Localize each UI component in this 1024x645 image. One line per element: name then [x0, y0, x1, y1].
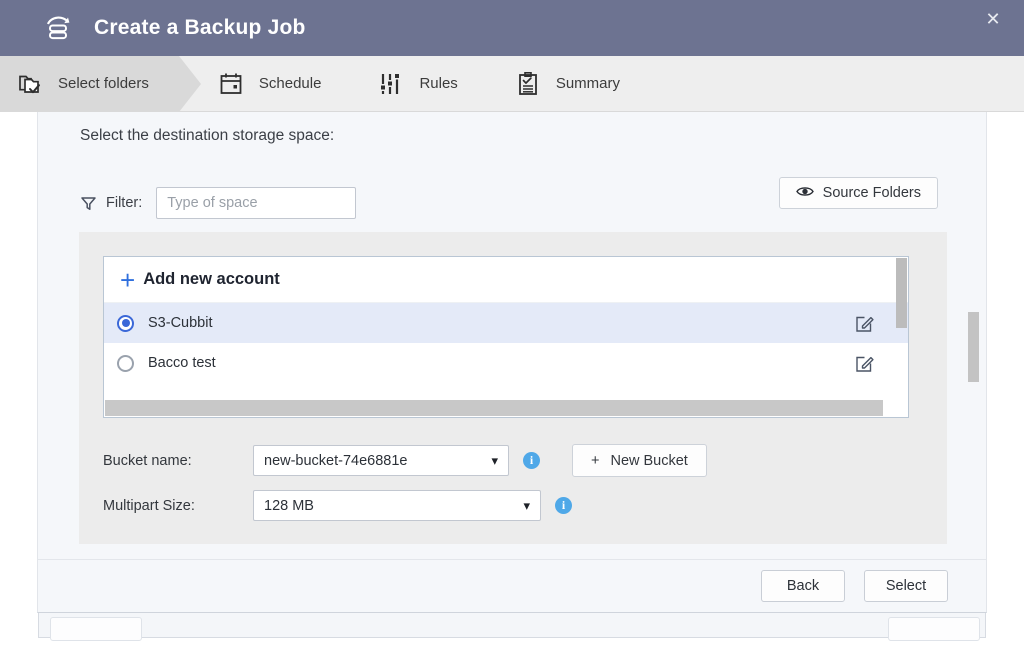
eye-icon: [795, 185, 814, 202]
tab-summary[interactable]: Summary: [498, 56, 638, 112]
new-bucket-button[interactable]: + New Bucket: [572, 444, 707, 477]
dialog-footer: Back Select: [37, 559, 987, 613]
backup-server-icon: [40, 10, 76, 46]
screen: Create a Backup Job ✕ Select folders Sch…: [0, 0, 1024, 645]
section-title: Select the destination storage space:: [80, 127, 335, 144]
multipart-info-icon[interactable]: i: [555, 497, 572, 514]
source-folders-label: Source Folders: [822, 185, 921, 201]
account-listbox: + Add new account S3-Cubbit Bacco test: [103, 256, 909, 418]
multipart-size-select[interactable]: 128 MB ▾: [253, 490, 541, 521]
tab-rules[interactable]: Rules: [361, 56, 475, 112]
list-item[interactable]: S3-Cubbit: [104, 303, 908, 343]
account-name: Bacco test: [148, 355, 216, 371]
folder-check-icon: [16, 70, 44, 98]
tab-label: Rules: [419, 75, 458, 92]
bucket-name-value: new-bucket-74e6881e: [264, 452, 408, 469]
filter-label: Filter:: [106, 195, 143, 211]
bucket-name-row: Bucket name: new-bucket-74e6881e ▾ i + N…: [103, 444, 707, 477]
add-new-account-label: Add new account: [143, 270, 280, 288]
list-horizontal-scrollbar-track[interactable]: [105, 400, 907, 416]
tab-label: Summary: [555, 75, 620, 92]
multipart-size-row: Multipart Size: 128 MB ▾ i: [103, 490, 572, 521]
list-vertical-scrollbar[interactable]: [896, 258, 907, 328]
bucket-name-select[interactable]: new-bucket-74e6881e ▾: [253, 445, 509, 476]
multipart-size-label: Multipart Size:: [103, 497, 195, 514]
sliders-icon: [377, 70, 405, 98]
select-button[interactable]: Select: [864, 570, 948, 602]
list-item[interactable]: Bacco test: [104, 343, 908, 383]
tab-schedule[interactable]: Schedule: [201, 56, 340, 112]
back-button[interactable]: Back: [761, 570, 845, 602]
plus-icon: +: [591, 452, 600, 469]
plus-icon: +: [120, 264, 136, 295]
list-horizontal-scrollbar-thumb[interactable]: [105, 400, 883, 416]
background-window-button-left: [50, 617, 142, 641]
clipboard-check-icon: [514, 70, 542, 98]
tab-label: Select folders: [58, 75, 149, 92]
chevron-down-icon: ▾: [523, 497, 530, 513]
tab-label: Schedule: [258, 75, 322, 92]
dialog-scrollbar-thumb[interactable]: [968, 312, 979, 382]
funnel-icon: [80, 195, 97, 212]
bucket-name-label: Bucket name:: [103, 452, 192, 469]
new-bucket-label: New Bucket: [610, 452, 688, 469]
account-name: S3-Cubbit: [148, 315, 213, 331]
account-radio[interactable]: [117, 314, 134, 332]
storage-panel: + Add new account S3-Cubbit Bacco test B…: [79, 232, 947, 544]
edit-pencil-icon[interactable]: [855, 314, 874, 333]
dialog-body: Select the destination storage space: Fi…: [37, 112, 987, 559]
wizard-steps: Select folders Schedule Rules Summary: [0, 55, 1024, 112]
filter-row: Filter:: [80, 187, 357, 219]
chevron-down-icon: ▾: [491, 452, 498, 468]
bucket-info-icon[interactable]: i: [523, 452, 540, 469]
background-window-button-right: [888, 617, 980, 641]
calendar-icon: [217, 70, 245, 98]
source-folders-button[interactable]: Source Folders: [778, 177, 938, 209]
multipart-size-value: 128 MB: [264, 497, 314, 514]
add-new-account-button[interactable]: + Add new account: [104, 257, 908, 303]
page-title: Create a Backup Job: [94, 16, 306, 39]
dialog-titlebar: Create a Backup Job ✕: [0, 0, 1024, 56]
account-radio[interactable]: [117, 354, 134, 372]
edit-pencil-icon[interactable]: [855, 354, 874, 373]
filter-input[interactable]: [156, 187, 357, 219]
tab-select-folders[interactable]: Select folders: [0, 55, 201, 112]
close-icon[interactable]: ✕: [976, 4, 1010, 34]
